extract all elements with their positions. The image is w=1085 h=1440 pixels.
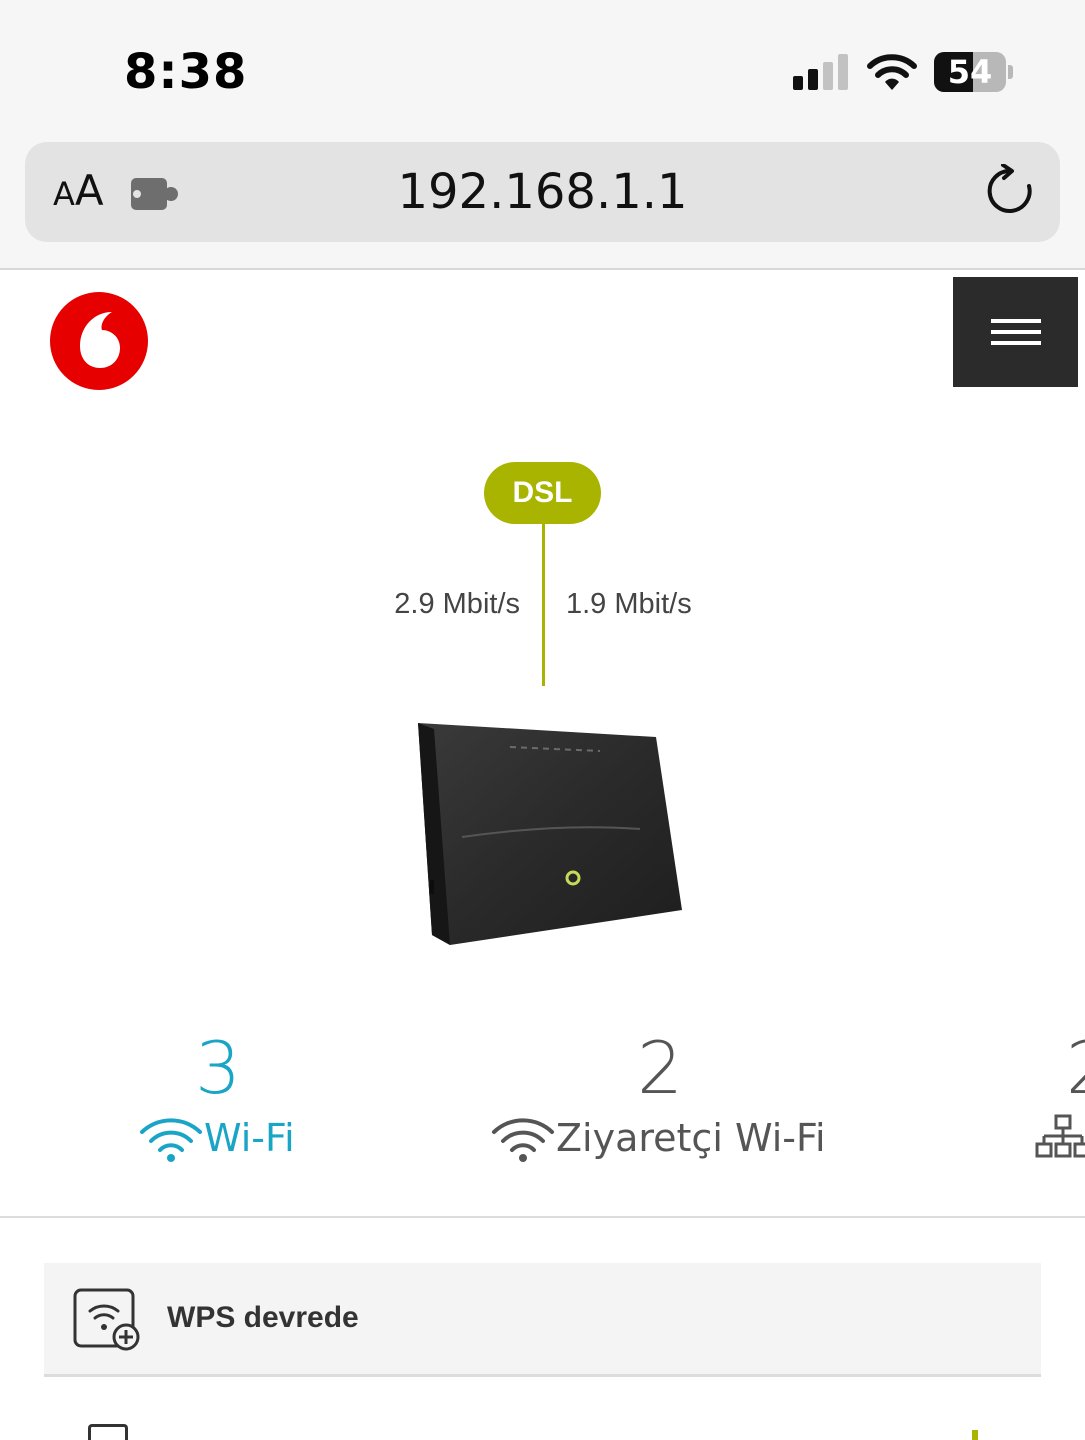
menu-line-icon: [991, 330, 1041, 334]
battery-body: 54: [934, 52, 1006, 92]
wifi-status-icon: [867, 54, 917, 90]
guest-wifi-stat[interactable]: 2 Ziyaretçi Wi-Fi: [490, 1026, 826, 1170]
wifi-count: 3: [195, 1026, 241, 1110]
browser-chrome: 8:38 54 AA 192.168.1.1: [0, 0, 1085, 270]
battery-indicator: 54: [934, 52, 1014, 92]
download-speed: 2.9 Mbit/s: [394, 588, 520, 620]
guest-wifi-label-row: Ziyaretçi Wi-Fi: [490, 1114, 826, 1162]
wps-label: WPS devrede: [167, 1301, 359, 1334]
wifi-stat[interactable]: 3 Wi-Fi: [138, 1030, 298, 1170]
wifi-label-row: Wi-Fi: [138, 1114, 295, 1162]
battery-tip: [1008, 65, 1013, 79]
router-image: [418, 723, 682, 945]
address-bar[interactable]: AA 192.168.1.1: [25, 142, 1060, 242]
menu-line-icon: [991, 319, 1041, 323]
wps-icon: [73, 1288, 140, 1351]
connection-line: [542, 524, 545, 686]
ethernet-stat[interactable]: 2: [1034, 1030, 1085, 1170]
url-text[interactable]: 192.168.1.1: [25, 164, 1060, 220]
section-divider: [0, 1216, 1085, 1218]
wifi-icon: [140, 1118, 202, 1162]
guest-wifi-icon: [492, 1118, 554, 1162]
wps-status-row[interactable]: WPS devrede: [44, 1263, 1041, 1377]
dsl-connection-badge[interactable]: DSL: [484, 462, 601, 524]
guest-wifi-label: Ziyaretçi Wi-Fi: [556, 1116, 826, 1160]
status-time: 8:38: [124, 44, 248, 100]
cellular-signal-icon: [793, 54, 848, 90]
signal-bar-icon: [972, 1430, 978, 1440]
wifi-label: Wi-Fi: [204, 1116, 295, 1160]
battery-level: 54: [947, 53, 993, 91]
device-icon: [88, 1424, 128, 1440]
reload-icon[interactable]: [983, 164, 1037, 218]
ethernet-count: 2: [1034, 1030, 1085, 1106]
guest-wifi-count: 2: [637, 1026, 683, 1110]
menu-line-icon: [991, 341, 1041, 345]
ethernet-network-icon: [1035, 1114, 1085, 1158]
upload-speed: 1.9 Mbit/s: [566, 588, 692, 620]
vodafone-logo[interactable]: [50, 292, 148, 390]
hamburger-menu-button[interactable]: [953, 277, 1078, 387]
